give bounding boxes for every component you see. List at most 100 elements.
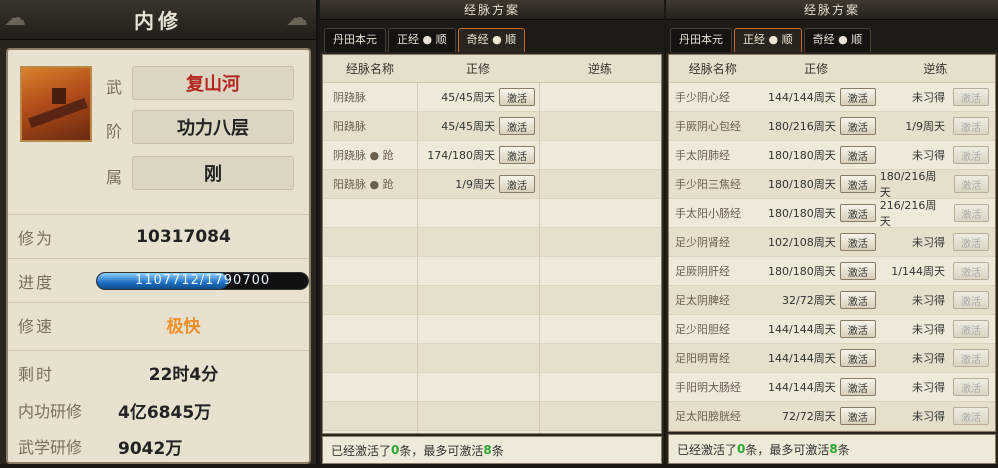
table-row-empty: [323, 344, 661, 373]
activate-button[interactable]: 激活: [839, 407, 876, 425]
cultivation-label: 修为: [18, 228, 55, 248]
meridian-name: 阳跷脉: [333, 120, 366, 133]
reverse-activate-button[interactable]: 激活: [953, 204, 989, 222]
forward-cell: 144/144周天 激活: [756, 88, 879, 106]
character-card: 武 复山河 阶 功力八层 属 刚 修为 10317084 进度 1107712/…: [6, 48, 311, 464]
footer-text: 已经激活了: [677, 442, 738, 457]
table-row: 手太阳小肠经 180/180周天 激活 216/216周天 激活: [669, 199, 995, 228]
activate-button[interactable]: 激活: [499, 88, 535, 106]
column-divider: [417, 83, 418, 433]
attribute-value: 刚: [132, 156, 294, 190]
reverse-cell: 180/216周天 激活: [880, 168, 995, 200]
forward-progress: 174/180周天: [427, 149, 495, 162]
activate-button[interactable]: 激活: [839, 291, 876, 309]
activate-button[interactable]: 激活: [839, 349, 876, 367]
meridian-name: 阴跷脉 ● 跄: [333, 149, 394, 162]
progress-row: 进度 1107712/1790700: [8, 258, 309, 302]
table-row-empty: [323, 199, 661, 228]
meridian-name: 足少阳胆经: [675, 323, 730, 336]
activate-button[interactable]: 激活: [839, 204, 876, 222]
reverse-progress: 未习得: [912, 352, 945, 365]
reverse-activate-button[interactable]: 激活: [953, 175, 989, 193]
tab-dantian[interactable]: 丹田本元: [670, 28, 732, 52]
rank-label: 阶: [105, 122, 122, 141]
table-row: 阴跷脉 45/45周天 激活: [323, 83, 661, 112]
footer-text: 条: [837, 442, 850, 457]
forward-progress: 1/9周天: [455, 178, 495, 191]
forward-progress: 180/180周天: [768, 149, 836, 162]
meridian-name: 阴跷脉: [333, 91, 366, 104]
col-forward-header: 正修: [804, 62, 829, 76]
meridian-plan-panel-regular: 经脉方案 丹田本元 正经 ● 顺 奇经 ● 顺 经脉名称 正修 逆练 手少阴心经…: [666, 0, 998, 464]
avatar: [20, 66, 92, 142]
forward-cell: 180/180周天 激活: [756, 262, 879, 280]
reverse-activate-button[interactable]: 激活: [953, 407, 989, 425]
tab-extra-meridians[interactable]: 奇经 ● 顺: [457, 28, 526, 52]
forward-cell: 102/108周天 激活: [756, 233, 879, 251]
activate-button[interactable]: 激活: [839, 88, 876, 106]
inner-research-label: 内功研修: [18, 402, 83, 421]
activate-button[interactable]: 激活: [839, 175, 876, 193]
inner-research-value: 4亿6845万: [118, 402, 212, 423]
activate-button[interactable]: 激活: [499, 117, 535, 135]
martial-research-label: 武学研修: [18, 438, 83, 457]
activate-button[interactable]: 激活: [839, 320, 876, 338]
reverse-activate-button[interactable]: 激活: [953, 349, 989, 367]
reverse-activate-button[interactable]: 激活: [953, 291, 989, 309]
forward-progress: 32/72周天: [782, 294, 836, 307]
forward-cell: 144/144周天 激活: [756, 349, 879, 367]
reverse-activate-button[interactable]: 激活: [953, 262, 989, 280]
col-name-header: 经脉名称: [688, 62, 737, 76]
table-body: 阴跷脉 45/45周天 激活 阳跷脉 45/45周天 激活 阴跷脉 ● 跄 174/180周天…: [323, 83, 661, 460]
reverse-activate-button[interactable]: 激活: [953, 88, 989, 106]
table-row: 足太阳膀胱经 72/72周天 激活 未习得 激活: [669, 402, 995, 431]
meridian-name: 足太阳膀胱经: [675, 410, 741, 423]
cloud-ornament-icon: ☁: [4, 6, 26, 31]
tab-regular-meridians[interactable]: 正经 ● 顺: [734, 28, 802, 52]
table-header: 经脉名称 正修 逆练: [323, 55, 661, 83]
reverse-cell: 未习得 激活: [880, 146, 995, 164]
table-header: 经脉名称 正修 逆练: [669, 55, 995, 83]
reverse-activate-button[interactable]: 激活: [953, 117, 989, 135]
col-reverse-header: 逆练: [587, 62, 612, 76]
speed-row: 修速 极快: [8, 302, 309, 346]
panel-title-bar: ☁ 内修 ☁: [0, 0, 316, 40]
forward-progress: 144/144周天: [768, 323, 836, 336]
forward-cell: 45/45周天 激活: [417, 117, 539, 135]
activate-button[interactable]: 激活: [499, 146, 535, 164]
activate-button[interactable]: 激活: [839, 378, 876, 396]
table-row: 足少阳胆经 144/144周天 激活 未习得 激活: [669, 315, 995, 344]
tab-extra-meridians[interactable]: 奇经 ● 顺: [803, 28, 872, 52]
reverse-activate-button[interactable]: 激活: [953, 233, 989, 251]
table-row: 阳跷脉 45/45周天 激活: [323, 112, 661, 141]
activate-button[interactable]: 激活: [839, 146, 876, 164]
table-row: 手太阴肺经 180/180周天 激活 未习得 激活: [669, 141, 995, 170]
table-row-empty: [323, 402, 661, 431]
reverse-progress: 未习得: [912, 410, 945, 423]
panel-title: 经脉方案: [666, 0, 998, 20]
forward-progress: 45/45周天: [441, 91, 495, 104]
activate-button[interactable]: 激活: [839, 262, 876, 280]
forward-cell: 180/180周天 激活: [756, 175, 879, 193]
meridian-name: 手少阳三焦经: [675, 178, 741, 191]
forward-progress: 144/144周天: [768, 381, 836, 394]
activate-button[interactable]: 激活: [839, 117, 876, 135]
tab-regular-meridians[interactable]: 正经 ● 顺: [388, 28, 456, 52]
forward-cell: 174/180周天 激活: [417, 146, 539, 164]
cultivation-row: 修为 10317084: [8, 214, 309, 258]
forward-progress: 180/180周天: [768, 178, 836, 191]
forward-progress: 144/144周天: [768, 352, 836, 365]
activate-button[interactable]: 激活: [839, 233, 876, 251]
reverse-cell: 未习得 激活: [880, 233, 995, 251]
tab-bar: 丹田本元 正经 ● 顺 奇经 ● 顺: [320, 20, 664, 52]
activate-button[interactable]: 激活: [499, 175, 535, 193]
reverse-activate-button[interactable]: 激活: [953, 320, 989, 338]
tab-dantian[interactable]: 丹田本元: [324, 28, 386, 52]
reverse-activate-button[interactable]: 激活: [953, 146, 989, 164]
reverse-cell: 未习得 激活: [880, 407, 995, 425]
meridian-name: 足太阴脾经: [675, 294, 730, 307]
reverse-cell: 1/9周天 激活: [880, 117, 995, 135]
col-reverse-header: 逆练: [923, 62, 948, 76]
reverse-activate-button[interactable]: 激活: [953, 378, 989, 396]
reverse-progress: 216/216周天: [879, 199, 937, 228]
